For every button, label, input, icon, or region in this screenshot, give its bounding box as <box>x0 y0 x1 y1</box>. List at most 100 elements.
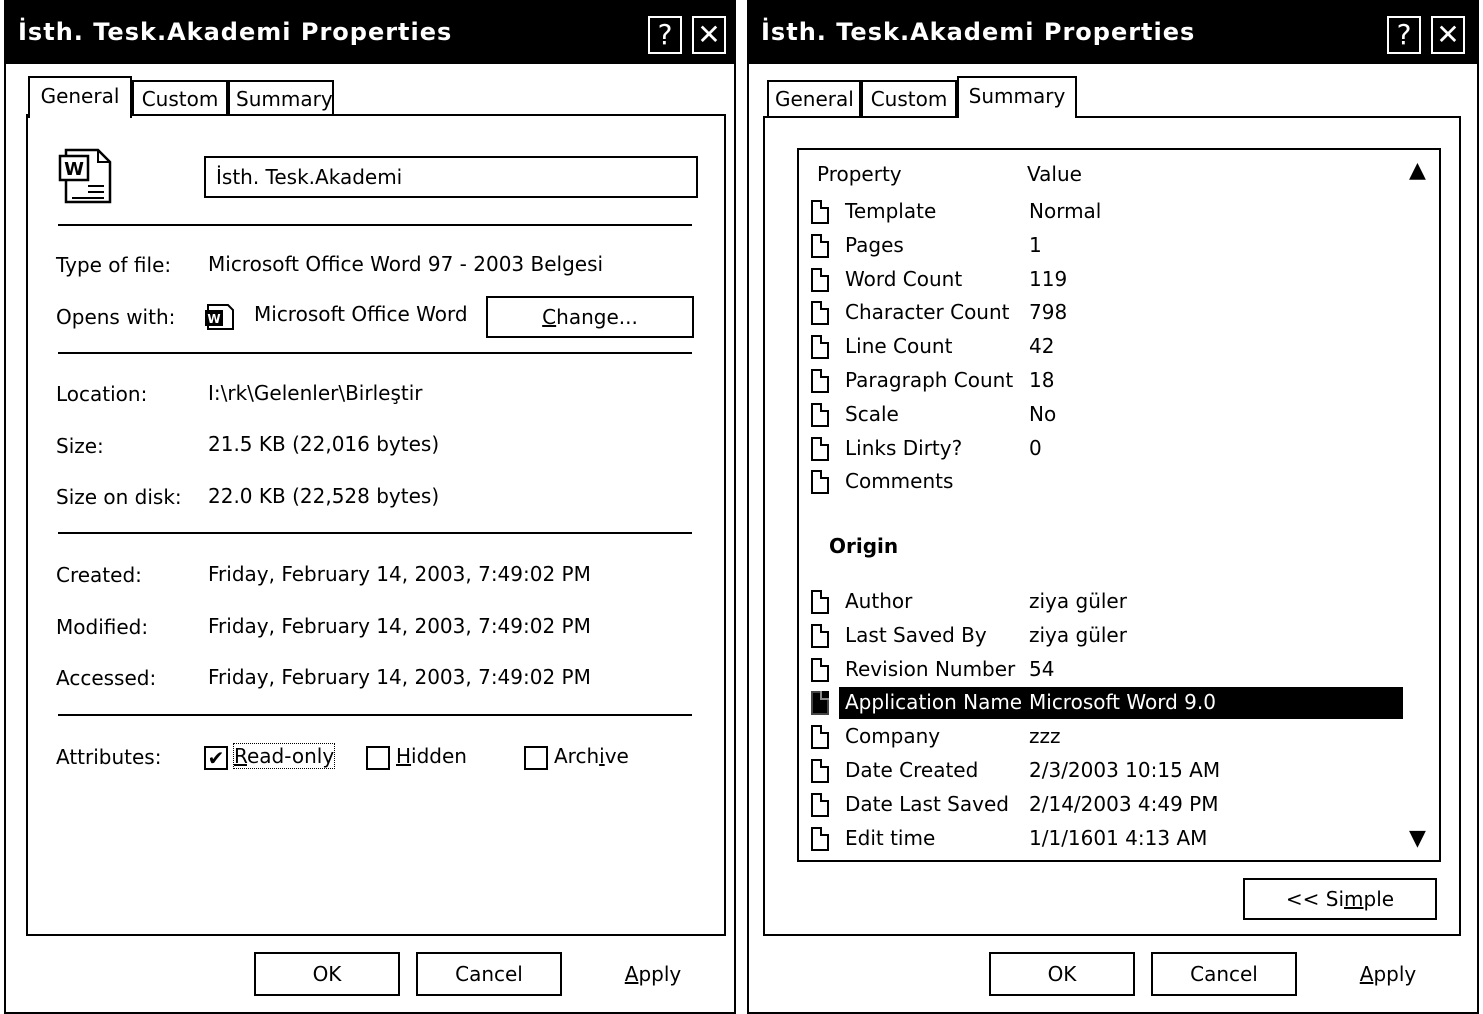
property-value: 1/1/1601 4:13 AM <box>1029 825 1208 850</box>
property-row[interactable]: Scale No <box>799 399 1403 433</box>
column-header-property[interactable]: Property <box>817 162 902 186</box>
property-name: Line Count <box>845 334 953 359</box>
property-doc-icon <box>811 657 829 682</box>
property-value: 54 <box>1029 656 1055 681</box>
property-doc-icon <box>811 369 829 393</box>
hidden-checkbox[interactable] <box>366 746 390 770</box>
property-value: Microsoft Word 9.0 <box>1029 690 1216 715</box>
help-button[interactable]: ? <box>648 16 682 54</box>
section-header-origin: Origin <box>829 534 899 558</box>
apply-text: pply <box>1373 962 1417 986</box>
scroll-up-icon[interactable]: ▲ <box>1409 158 1426 183</box>
property-name: Character Count <box>845 300 1010 325</box>
property-doc-icon <box>811 267 829 292</box>
change-accel: C <box>542 305 557 329</box>
tab-custom[interactable]: Custom <box>861 80 957 116</box>
property-row[interactable]: Company zzz <box>799 721 1403 755</box>
property-value: 0 <box>1029 435 1042 460</box>
apply-button[interactable]: Apply <box>1315 962 1461 986</box>
property-row[interactable]: Word Count 119 <box>799 264 1403 298</box>
file-name-field[interactable]: İsth. Tesk.Akademi <box>204 156 698 198</box>
modified-value: Friday, February 14, 2003, 7:49:02 PM <box>208 614 591 638</box>
scroll-down-icon[interactable]: ▼ <box>1409 826 1426 851</box>
simple-button[interactable]: << Simple <box>1243 878 1437 920</box>
property-name: Date Created <box>845 758 979 782</box>
change-button[interactable]: Change... <box>486 296 694 338</box>
property-row[interactable]: Application Name Microsoft Word 9.0 <box>799 687 1403 721</box>
window-title: İsth. Tesk.Akademi Properties <box>18 18 453 46</box>
size-value: 21.5 KB (22,016 bytes) <box>208 432 440 456</box>
cancel-button[interactable]: Cancel <box>1151 952 1297 996</box>
read-only-text: ead-only <box>247 744 335 768</box>
property-row[interactable]: Date Last Saved 2/14/2003 4:49 PM <box>799 789 1403 823</box>
property-name: Links Dirty? <box>845 435 963 460</box>
property-row[interactable]: Edit time 1/1/1601 4:13 AM <box>799 823 1403 857</box>
property-name: Company <box>845 724 941 749</box>
property-name: Edit time <box>845 825 936 850</box>
property-row[interactable]: Links Dirty? 0 <box>799 433 1403 467</box>
property-doc-icon <box>811 590 829 614</box>
property-name: Revision Number <box>845 656 1016 681</box>
change-label: hange... <box>556 305 638 329</box>
apply-button[interactable]: Apply <box>580 962 726 986</box>
property-doc-icon <box>811 335 829 360</box>
property-name: Application Name <box>845 690 1023 715</box>
apply-accel: A <box>1359 962 1374 986</box>
help-button[interactable]: ? <box>1387 16 1421 54</box>
property-row[interactable]: Character Count 798 <box>799 297 1403 331</box>
close-button[interactable]: ✕ <box>692 16 726 54</box>
property-row[interactable]: Date Created 2/3/2003 10:15 AM <box>799 755 1403 789</box>
divider <box>58 224 692 226</box>
archive-checkbox[interactable] <box>524 746 548 770</box>
svg-text:W: W <box>64 159 84 180</box>
tab-general[interactable]: General <box>767 80 861 116</box>
tab-custom[interactable]: Custom <box>132 80 228 116</box>
property-value: 18 <box>1029 368 1055 392</box>
title-bar[interactable]: İsth. Tesk.Akademi Properties ? ✕ <box>6 0 734 64</box>
archive-label[interactable]: Archive <box>554 744 629 768</box>
property-row[interactable]: Comments <box>799 466 1403 500</box>
property-row[interactable]: Last Saved By ziya güler <box>799 620 1403 654</box>
property-row[interactable]: Author ziya güler <box>799 586 1403 620</box>
column-header-value[interactable]: Value <box>1027 162 1082 186</box>
hidden-label[interactable]: Hidden <box>396 744 467 768</box>
property-row[interactable]: Revision Number 54 <box>799 654 1403 688</box>
property-list[interactable]: Property Value ▲ Template Normal Pages 1 Wor… <box>797 148 1441 862</box>
cancel-button[interactable]: Cancel <box>416 952 562 996</box>
ok-button[interactable]: OK <box>254 952 400 996</box>
title-bar[interactable]: İsth. Tesk.Akademi Properties ? ✕ <box>749 0 1477 64</box>
property-name: Pages <box>845 232 904 257</box>
property-row[interactable]: Template Normal <box>799 196 1403 230</box>
property-value: 119 <box>1029 266 1068 291</box>
property-name: Scale <box>845 401 899 426</box>
tab-summary[interactable]: Summary <box>228 80 334 116</box>
archive-text-pre: Arch <box>554 744 600 768</box>
property-doc-icon <box>811 792 829 817</box>
property-value: 798 <box>1029 300 1068 325</box>
tab-summary[interactable]: Summary <box>957 76 1077 118</box>
property-value: ziya güler <box>1029 622 1127 647</box>
property-doc-icon <box>811 301 829 326</box>
read-only-label[interactable]: Read-only <box>232 743 336 769</box>
tab-general[interactable]: General <box>28 76 132 118</box>
property-row[interactable]: Line Count 42 <box>799 331 1403 365</box>
property-doc-icon <box>811 233 829 258</box>
read-only-checkbox[interactable]: ✔ <box>204 746 228 770</box>
property-value: 2/3/2003 10:15 AM <box>1029 758 1221 782</box>
hidden-text: idden <box>411 744 467 768</box>
property-row[interactable]: Paragraph Count 18 <box>799 365 1403 399</box>
opens-with-value: Microsoft Office Word <box>254 302 468 326</box>
type-of-file-label: Type of file: <box>56 253 172 277</box>
property-name: Comments <box>845 469 954 494</box>
modified-label: Modified: <box>56 615 149 639</box>
property-value: No <box>1029 401 1057 426</box>
property-row[interactable]: Pages 1 <box>799 230 1403 264</box>
simple-text-pre: << Si <box>1285 887 1345 911</box>
property-doc-icon <box>811 759 829 783</box>
word-document-icon: W <box>58 146 116 206</box>
close-button[interactable]: ✕ <box>1431 16 1465 54</box>
property-doc-icon <box>811 470 829 495</box>
property-doc-icon <box>811 826 829 851</box>
type-of-file-value: Microsoft Office Word 97 - 2003 Belgesi <box>208 252 604 276</box>
ok-button[interactable]: OK <box>989 952 1135 996</box>
